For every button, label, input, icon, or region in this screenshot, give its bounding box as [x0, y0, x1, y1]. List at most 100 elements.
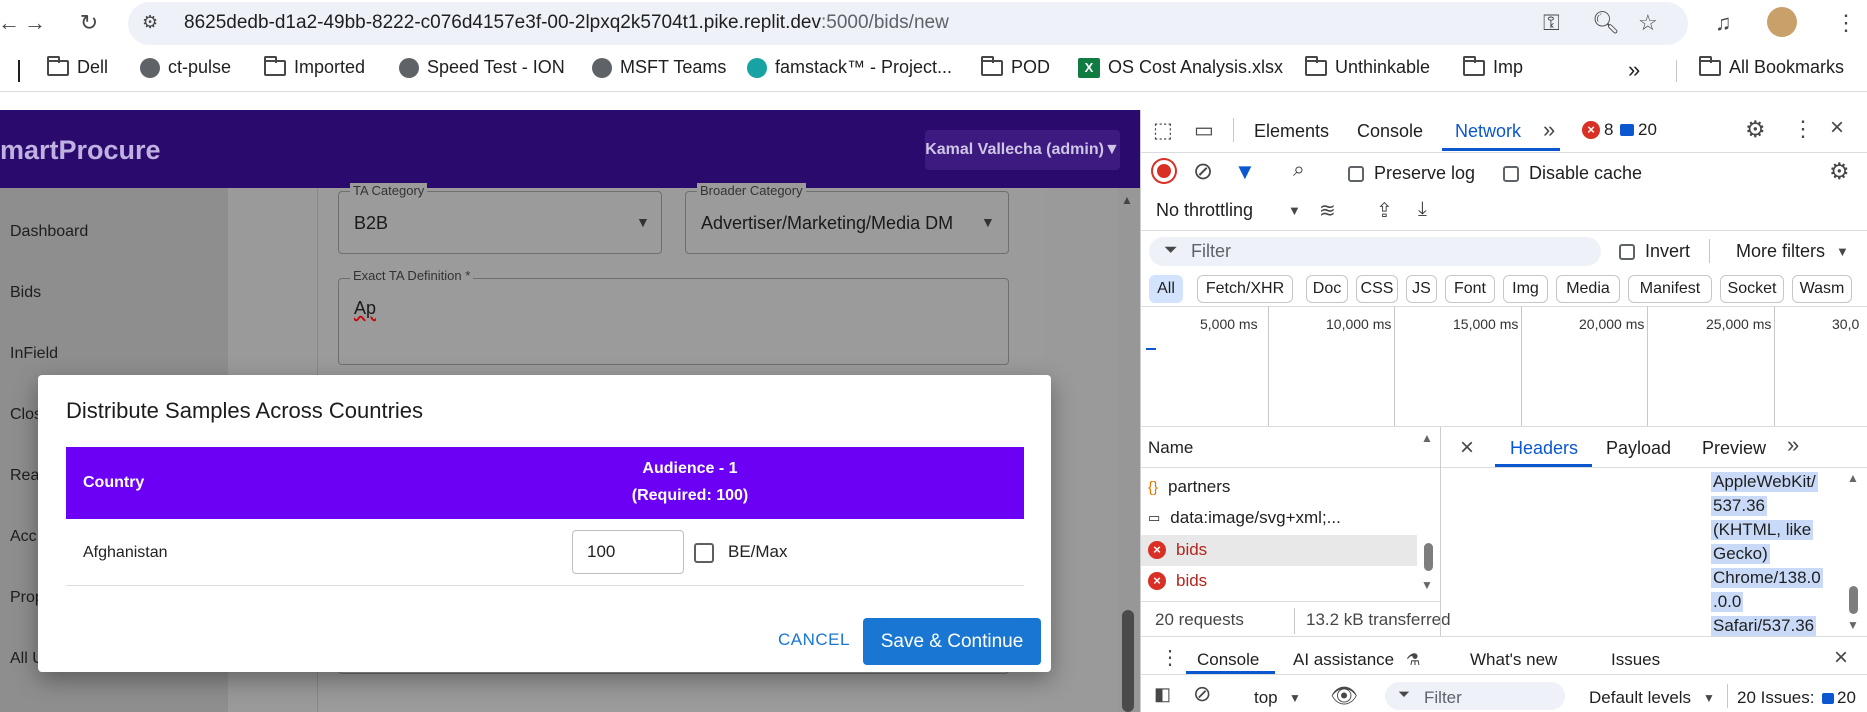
bookmark-speed-test[interactable]: Speed Test - ION	[399, 57, 565, 78]
request-row-bids-1[interactable]: × bids	[1148, 540, 1207, 560]
scroll-up-icon[interactable]: ▲	[1421, 431, 1433, 445]
more-filters-dropdown[interactable]: More filters	[1736, 241, 1825, 262]
live-expression-eye-icon[interactable]: 👁︎	[1330, 683, 1358, 709]
network-conditions-icon[interactable]: ≋	[1319, 198, 1336, 223]
disable-cache-checkbox[interactable]: Disable cache	[1503, 163, 1642, 184]
chip-manifest[interactable]: Manifest	[1628, 275, 1712, 303]
request-row-svg[interactable]: ▭ data:image/svg+xml;...	[1148, 508, 1341, 528]
reload-icon[interactable]: ↻	[74, 8, 104, 38]
url-text[interactable]: 8625dedb-d1a2-49bb-8222-c076d4157e3f-00-…	[184, 12, 949, 34]
chip-font[interactable]: Font	[1445, 275, 1495, 303]
invert-checkbox[interactable]: Invert	[1619, 241, 1690, 262]
tab-headers[interactable]: Headers	[1510, 438, 1578, 459]
chip-css[interactable]: CSS	[1356, 275, 1398, 303]
clear-console-icon[interactable]: ⊘	[1193, 681, 1211, 707]
context-selector[interactable]: top	[1254, 688, 1278, 708]
clear-icon[interactable]: ⊘	[1193, 157, 1213, 186]
pane-splitter[interactable]	[1440, 427, 1441, 636]
profile-avatar[interactable]	[1767, 7, 1797, 37]
tab-preview[interactable]: Preview	[1702, 438, 1766, 459]
chip-js[interactable]: JS	[1406, 275, 1437, 303]
bookmarks-overflow-icon[interactable]: »	[1628, 57, 1640, 83]
bookmark-imp[interactable]: Imp	[1463, 55, 1523, 78]
drawer-menu-icon[interactable]: ⋮	[1160, 645, 1180, 670]
bookmark-unthinkable[interactable]: Unthinkable	[1305, 55, 1430, 78]
upload-icon[interactable]: ⇪	[1376, 198, 1393, 223]
media-control-icon[interactable]: ♫	[1715, 10, 1732, 36]
more-tabs-icon[interactable]: »	[1543, 117, 1555, 143]
request-row-bids-2[interactable]: × bids	[1148, 571, 1207, 591]
cancel-button[interactable]: CANCEL	[778, 630, 850, 650]
issues-badge[interactable]: 20	[1822, 688, 1856, 708]
sidebar-toggle-icon[interactable]: ◧	[1154, 684, 1171, 705]
user-menu[interactable]: Kamal Vallecha (admin)▼	[925, 130, 1120, 170]
scroll-up-icon[interactable]: ▲	[1121, 193, 1133, 207]
drawer-tab-ai-assistance[interactable]: AI assistance	[1293, 650, 1394, 670]
chip-fetch-xhr[interactable]: Fetch/XHR	[1197, 275, 1293, 303]
sidebar-item-bids[interactable]: Bids	[10, 284, 41, 302]
tab-console[interactable]: Console	[1357, 121, 1423, 142]
bookmark-famstack[interactable]: famstack™ - Project...	[747, 57, 952, 78]
bookmark-all[interactable]: All Bookmarks	[1699, 55, 1844, 78]
tab-network[interactable]: Network	[1455, 121, 1521, 142]
bookmark-os-cost[interactable]: X OS Cost Analysis.xlsx	[1078, 57, 1283, 78]
device-toolbar-icon[interactable]: ▭	[1194, 118, 1214, 143]
bookmark-dell[interactable]: Dell	[47, 55, 108, 78]
bookmark-pod[interactable]: POD	[981, 55, 1050, 78]
list-scrollbar-thumb[interactable]	[1424, 543, 1433, 571]
issues-summary[interactable]: 20 Issues:	[1737, 688, 1815, 708]
chip-socket[interactable]: Socket	[1720, 275, 1784, 303]
console-filter-input[interactable]	[1385, 682, 1565, 710]
drawer-tab-whats-new[interactable]: What's new	[1470, 650, 1557, 670]
bookmark-star-icon[interactable]: ☆	[1638, 10, 1658, 36]
close-icon[interactable]: ×	[1830, 114, 1844, 142]
name-column-header[interactable]: Name	[1148, 438, 1193, 458]
default-levels-dropdown[interactable]: Default levels	[1589, 688, 1691, 708]
drawer-tab-issues[interactable]: Issues	[1611, 650, 1660, 670]
preserve-log-checkbox[interactable]: Preserve log	[1348, 163, 1475, 184]
save-continue-button[interactable]: Save & Continue	[863, 618, 1041, 665]
bookmark-imported[interactable]: Imported	[264, 55, 365, 78]
close-icon[interactable]: ×	[1834, 644, 1848, 672]
chip-wasm[interactable]: Wasm	[1792, 275, 1852, 303]
issue-count[interactable]: 20	[1620, 120, 1657, 140]
settings-gear-icon[interactable]: ⚙	[1745, 116, 1766, 143]
bookmark-msft-teams[interactable]: MSFT Teams	[592, 57, 726, 78]
error-count[interactable]: × 8	[1582, 120, 1613, 140]
network-settings-icon[interactable]: ⚙	[1829, 158, 1850, 185]
tab-payload[interactable]: Payload	[1606, 438, 1671, 459]
chip-img[interactable]: Img	[1503, 275, 1548, 303]
close-icon[interactable]: ×	[1460, 434, 1474, 462]
scroll-down-icon[interactable]: ▼	[1847, 618, 1859, 632]
forward-icon[interactable]: →	[20, 8, 50, 38]
scrollbar-thumb[interactable]	[1122, 610, 1134, 712]
exact-ta-textarea[interactable]	[338, 278, 1009, 365]
devtools-menu-icon[interactable]: ⋮	[1792, 116, 1814, 142]
detail-scrollbar-thumb[interactable]	[1849, 586, 1858, 614]
download-icon[interactable]: ⤓	[1418, 198, 1427, 221]
tab-elements[interactable]: Elements	[1254, 121, 1329, 142]
record-stop-icon[interactable]	[1153, 160, 1175, 182]
request-row-partners[interactable]: {} partners	[1148, 477, 1230, 497]
password-key-icon[interactable]: ⚿	[1543, 10, 1560, 36]
scroll-up-icon[interactable]: ▲	[1847, 471, 1859, 485]
browser-menu-icon[interactable]: ⋮	[1835, 10, 1857, 36]
bemax-checkbox[interactable]	[694, 543, 714, 563]
drawer-tab-console[interactable]: Console	[1197, 650, 1259, 670]
sample-count-input[interactable]: 100	[572, 530, 684, 574]
site-settings-icon[interactable]: ⚙	[142, 12, 158, 33]
scroll-down-icon[interactable]: ▼	[1421, 578, 1433, 592]
inspect-element-icon[interactable]: ⬚	[1153, 118, 1173, 143]
zoom-icon[interactable]: 🔍︎	[1592, 10, 1620, 36]
chip-media[interactable]: Media	[1556, 275, 1620, 303]
bookmark-ct-pulse[interactable]: ct-pulse	[140, 57, 231, 78]
sidebar-item-infield[interactable]: InField	[10, 345, 58, 363]
sidebar-item-accounts[interactable]: Acc	[10, 528, 37, 546]
more-tabs-icon[interactable]: »	[1787, 432, 1799, 458]
filter-icon[interactable]: ▼	[1234, 159, 1256, 185]
sidebar-item-dashboard[interactable]: Dashboard	[10, 223, 88, 241]
chip-all[interactable]: All	[1149, 275, 1183, 303]
chip-doc[interactable]: Doc	[1306, 275, 1348, 303]
throttling-select[interactable]: No throttling	[1156, 200, 1253, 221]
search-icon[interactable]: ⌕	[1293, 158, 1305, 182]
